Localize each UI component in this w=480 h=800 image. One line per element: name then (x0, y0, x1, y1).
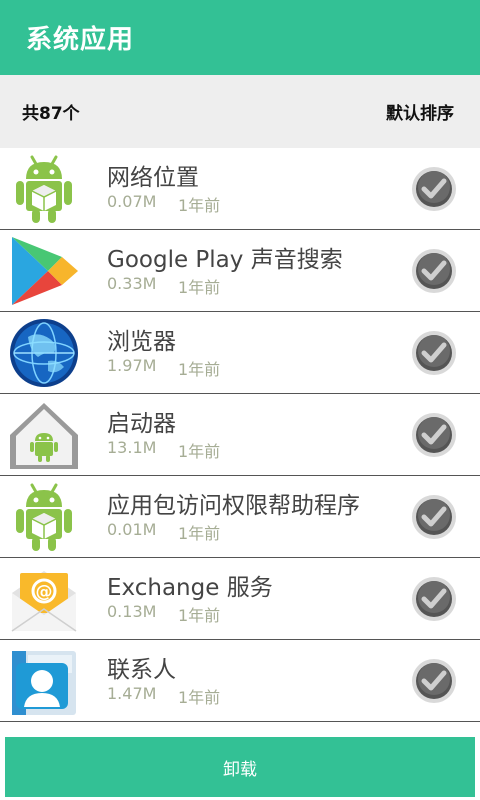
svg-text:@: @ (36, 582, 53, 602)
app-install-time: 1年前 (178, 360, 221, 379)
contacts-icon (8, 645, 80, 717)
android-box-icon (8, 481, 80, 553)
app-name: 网络位置 (107, 165, 199, 191)
title-bar: 系统应用 (0, 0, 480, 75)
app-name: 启动器 (107, 411, 176, 437)
app-install-time: 1年前 (178, 524, 221, 543)
list-item[interactable]: 应用包访问权限帮助程序 0.01M 1年前 (0, 476, 480, 558)
app-size: 1.47M (107, 684, 157, 703)
app-install-time: 1年前 (178, 278, 221, 297)
check-icon[interactable] (411, 248, 457, 294)
app-count-label: 共87个 (22, 104, 80, 124)
play-store-icon (8, 235, 80, 307)
android-box-icon (8, 153, 80, 225)
list-item[interactable]: 浏览器 1.97M 1年前 (0, 312, 480, 394)
app-install-time: 1年前 (178, 688, 221, 707)
app-install-time: 1年前 (178, 606, 221, 625)
app-list[interactable]: 网络位置 0.07M 1年前 Google Play 声音搜索 0.33M 1年… (0, 148, 480, 728)
app-install-time: 1年前 (178, 442, 221, 461)
app-size: 1.97M (107, 356, 157, 375)
check-icon[interactable] (411, 494, 457, 540)
page-title: 系统应用 (26, 25, 135, 55)
list-item[interactable]: 启动器 13.1M 1年前 (0, 394, 480, 476)
list-summary-bar: 共87个 默认排序 (0, 75, 480, 148)
app-size: 13.1M (107, 438, 157, 457)
action-bar: 卸载 (0, 728, 480, 800)
app-size: 0.13M (107, 602, 157, 621)
app-name: Exchange 服务 (107, 575, 273, 601)
check-icon[interactable] (411, 576, 457, 622)
check-icon[interactable] (411, 330, 457, 376)
app-name: 联系人 (107, 657, 176, 683)
globe-icon (8, 317, 80, 389)
uninstall-button[interactable]: 卸载 (5, 737, 475, 797)
app-size: 0.07M (107, 192, 157, 211)
list-item[interactable]: 联系人 1.47M 1年前 (0, 640, 480, 722)
app-size: 0.33M (107, 274, 157, 293)
email-envelope-icon: @ (8, 563, 80, 635)
app-size: 0.01M (107, 520, 157, 539)
check-icon[interactable] (411, 658, 457, 704)
app-name: 浏览器 (107, 329, 176, 355)
sort-button[interactable]: 默认排序 (386, 99, 454, 124)
list-item[interactable]: 网络位置 0.07M 1年前 (0, 148, 480, 230)
check-icon[interactable] (411, 166, 457, 212)
app-install-time: 1年前 (178, 196, 221, 215)
app-name: 应用包访问权限帮助程序 (107, 493, 360, 519)
check-icon[interactable] (411, 412, 457, 458)
list-item[interactable]: Google Play 声音搜索 0.33M 1年前 (0, 230, 480, 312)
launcher-house-icon (8, 399, 80, 471)
list-item[interactable]: @ Exchange 服务 0.13M 1年前 (0, 558, 480, 640)
app-name: Google Play 声音搜索 (107, 247, 343, 273)
